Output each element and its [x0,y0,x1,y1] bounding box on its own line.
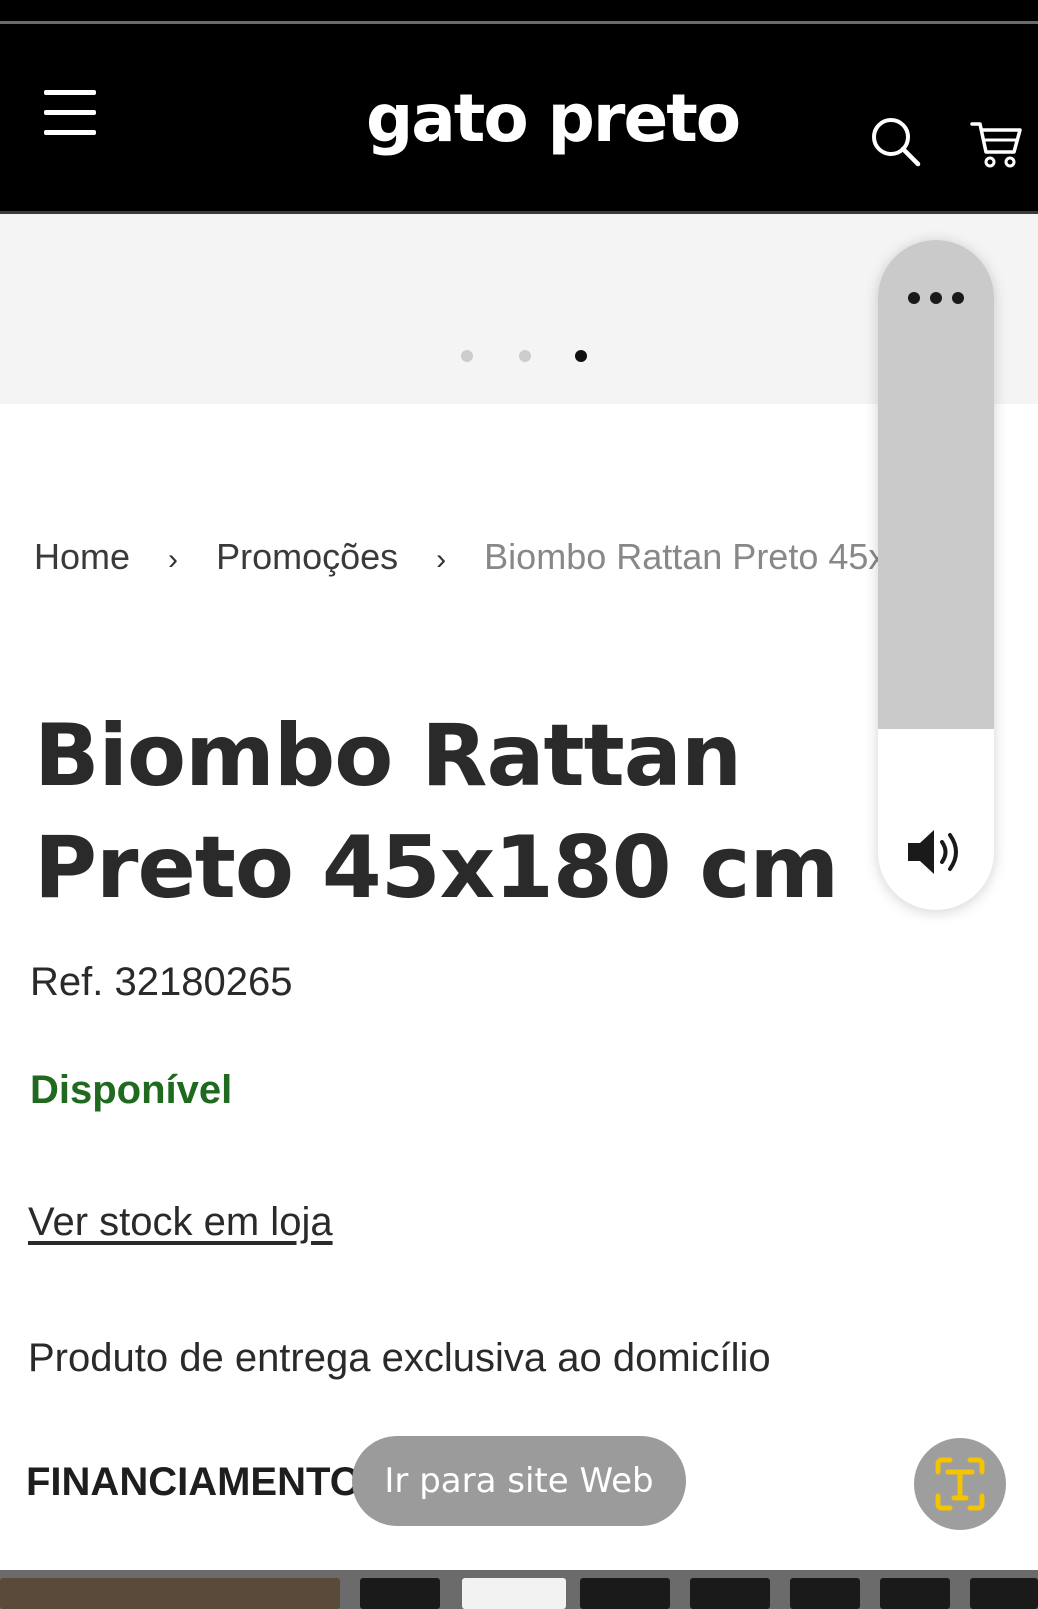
chevron-right-icon: › [168,543,179,576]
carousel-dot-1[interactable] [461,350,473,362]
product-reference: Ref. 32180265 [30,960,293,1004]
go-to-website-button[interactable]: Ir para site Web [352,1436,686,1526]
site-header: gato preto [0,24,1038,214]
app-thumbnail-strip [0,1570,1038,1609]
product-title: Biombo Rattan Preto 45x180 cm [34,706,839,918]
volume-slider[interactable] [878,240,994,910]
shopping-cart-icon[interactable] [970,118,1022,170]
more-options-icon[interactable] [908,290,964,306]
carousel-dot-3[interactable] [575,350,587,362]
text-scan-icon[interactable] [914,1438,1006,1530]
breadcrumb: Home › Promoções › Biombo Rattan Preto 4… [34,536,886,578]
delivery-note: Produto de entrega exclusiva ao domicíli… [28,1336,771,1380]
breadcrumb-home[interactable]: Home [34,536,130,578]
financing-label[interactable]: FINANCIAMENTO [26,1460,361,1505]
thumbnail[interactable] [880,1578,950,1609]
status-bar [0,0,1038,24]
breadcrumb-promocoes[interactable]: Promoções [216,536,398,578]
thumbnail[interactable] [360,1578,440,1609]
site-logo[interactable]: gato preto [366,80,741,157]
carousel-dot-2[interactable] [519,350,531,362]
thumbnail[interactable] [690,1578,770,1609]
availability-status: Disponível [30,1068,233,1112]
chevron-right-icon: › [436,543,447,576]
speaker-icon[interactable] [904,824,968,880]
breadcrumb-current: Biombo Rattan Preto 45x [484,536,887,577]
hamburger-menu-icon[interactable] [44,90,98,136]
thumbnail[interactable] [970,1578,1038,1609]
check-store-stock-link[interactable]: Ver stock em loja [28,1200,333,1245]
thumbnail[interactable] [790,1578,860,1609]
thumbnail[interactable] [0,1578,340,1609]
thumbnail[interactable] [580,1578,670,1609]
thumbnail[interactable] [462,1578,566,1609]
volume-track-empty [878,240,994,730]
search-icon[interactable] [870,116,922,168]
